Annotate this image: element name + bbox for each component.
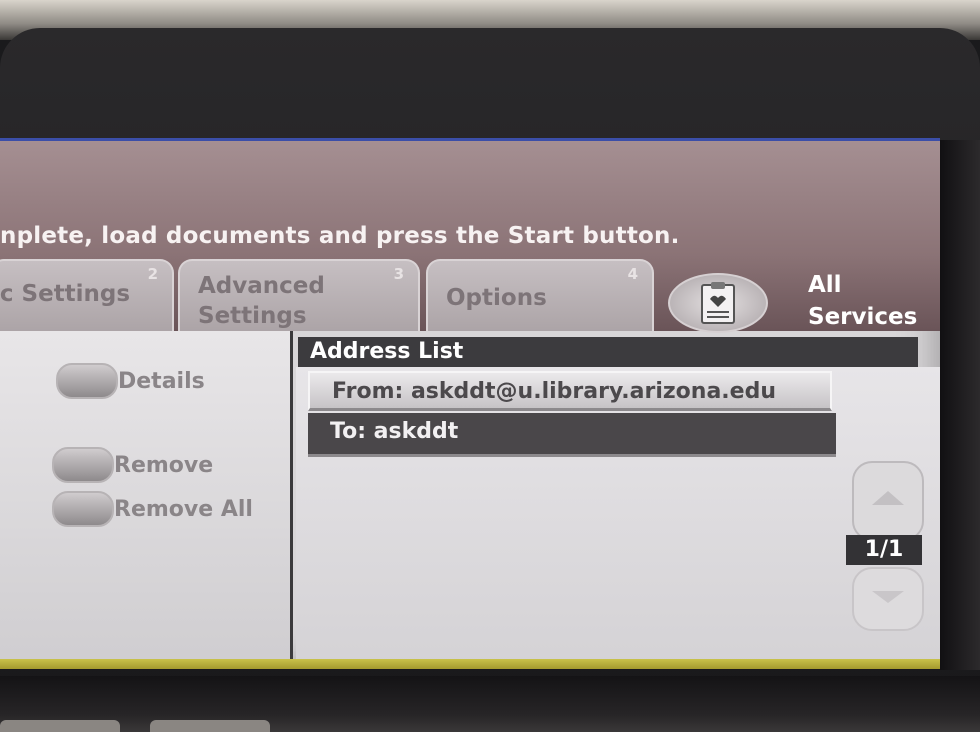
- all-services-line2: Services: [808, 304, 918, 330]
- remove-all-pill: [52, 491, 114, 527]
- tab-number: 3: [393, 265, 404, 283]
- tab-label: Options: [446, 285, 547, 311]
- clipboard-icon: [701, 282, 735, 324]
- tab-number: 4: [627, 265, 638, 283]
- address-list-title: Address List: [298, 337, 918, 367]
- all-services-label[interactable]: All Services: [808, 269, 917, 333]
- scroll-down-button[interactable]: [852, 567, 924, 631]
- tab-advanced-settings[interactable]: 3 Advanced Settings: [178, 259, 420, 331]
- remove-all-label: Remove All: [114, 496, 253, 522]
- hardware-button[interactable]: [150, 720, 270, 732]
- details-pill: [56, 363, 118, 399]
- remove-pill: [52, 447, 114, 483]
- all-services-line1: All: [808, 272, 842, 298]
- bezel-right-edge: [940, 140, 980, 670]
- remove-all-button[interactable]: Remove All: [52, 491, 253, 527]
- instruction-text: nplete, load documents and press the Sta…: [0, 223, 680, 249]
- scroll-up-button[interactable]: [852, 461, 924, 541]
- all-services-button[interactable]: [668, 273, 768, 333]
- tab-number: 2: [147, 265, 158, 283]
- screen-header: nplete, load documents and press the Sta…: [0, 141, 940, 333]
- details-label: Details: [118, 368, 205, 394]
- address-row-from[interactable]: From: askddt@u.library.arizona.edu: [308, 371, 832, 411]
- tab-label: ic Settings: [0, 281, 131, 307]
- tab-label-line1: Advanced: [198, 273, 325, 299]
- address-row-to[interactable]: To: askddt: [308, 413, 836, 457]
- remove-label: Remove: [114, 452, 214, 478]
- tab-label-line2: Settings: [198, 303, 307, 329]
- tab-label: Advanced Settings: [198, 271, 325, 331]
- page-indicator: 1/1: [846, 535, 922, 565]
- touch-screen: nplete, load documents and press the Sta…: [0, 138, 940, 669]
- tab-options[interactable]: 4 Options: [426, 259, 654, 331]
- hardware-button[interactable]: [0, 720, 120, 732]
- details-button[interactable]: Details: [56, 363, 205, 399]
- tab-basic-settings[interactable]: 2 ic Settings: [0, 259, 174, 331]
- remove-button[interactable]: Remove: [52, 447, 213, 483]
- device-bezel-bottom: [0, 676, 980, 732]
